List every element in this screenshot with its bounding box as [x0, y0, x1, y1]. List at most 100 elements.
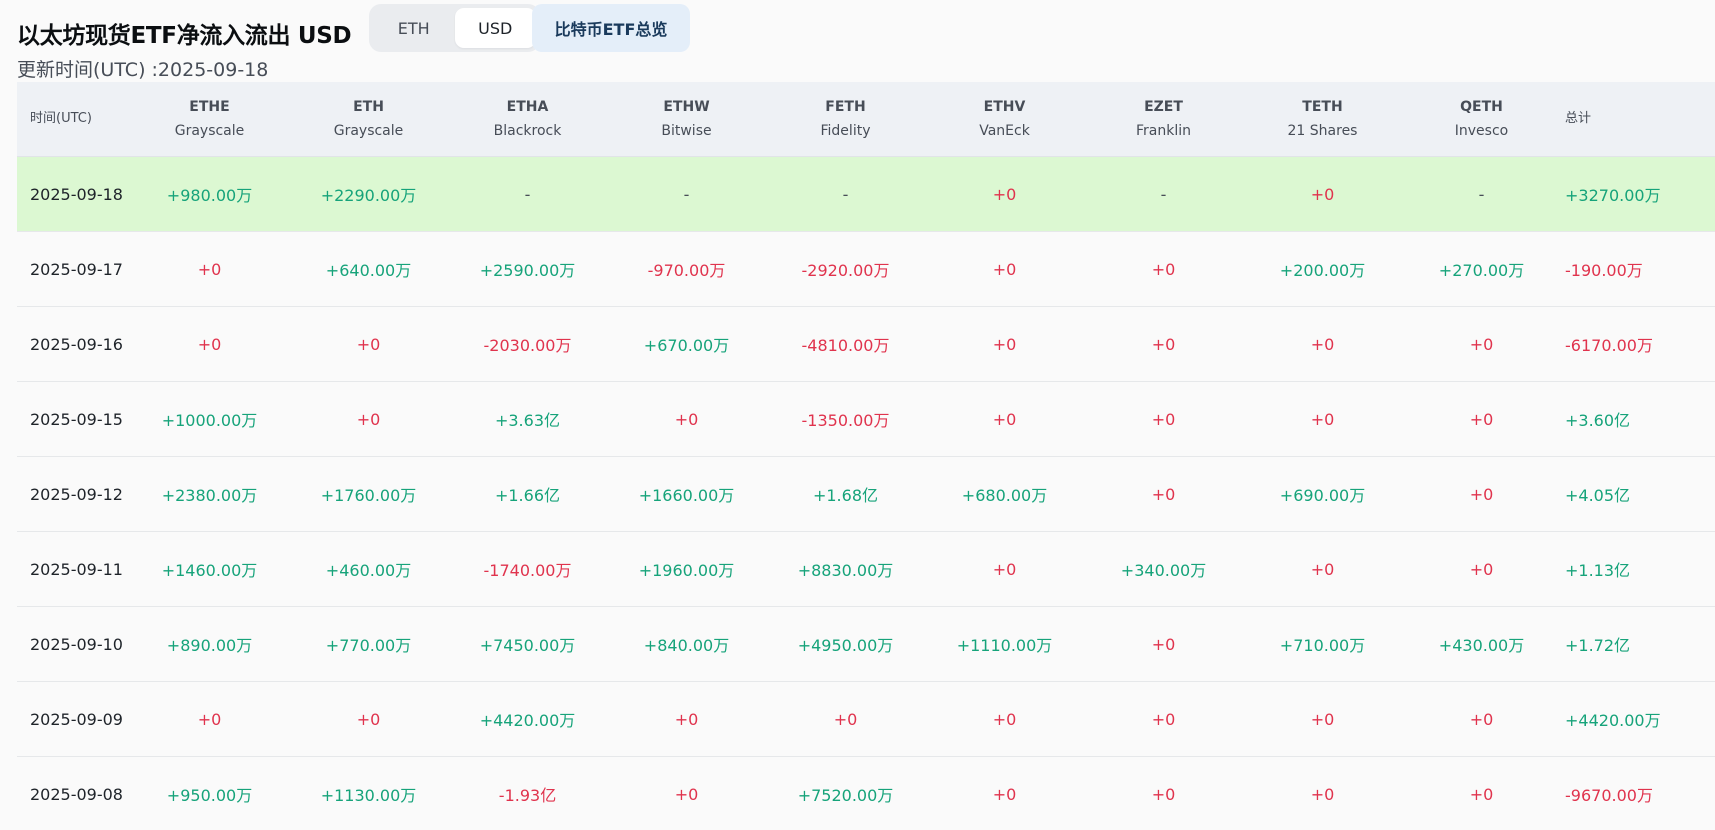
fund-ticker: TETH: [1302, 99, 1343, 115]
fund-column-header: QETH Invesco: [1402, 95, 1561, 143]
fund-issuer: VanEck: [979, 123, 1030, 139]
fund-column-header: ETHA Blackrock: [448, 95, 607, 143]
flow-value: -: [842, 184, 849, 204]
flow-value: +1660.00万: [638, 486, 735, 505]
fund-ticker: EZET: [1144, 99, 1183, 115]
table-row: 2025-09-15 +1000.00万 +0 +3.63亿 +0 -1350.00万 +0…: [17, 382, 1715, 457]
flow-value: +0: [833, 709, 858, 729]
flow-value: +680.00万: [961, 486, 1048, 505]
table-header-row: 时间(UTC) ETHE Grayscale ETH Grayscale ETHA Bla…: [17, 82, 1715, 157]
flow-value: +2380.00万: [161, 486, 258, 505]
flow-value: -1.93亿: [498, 786, 557, 805]
unit-toggle-usd-button[interactable]: USD: [454, 8, 536, 48]
flow-value: +0: [1310, 709, 1335, 729]
flow-value: -: [683, 184, 690, 204]
fund-issuer: Franklin: [1135, 123, 1191, 139]
row-total: +4.05亿: [1565, 486, 1631, 505]
flow-value: -: [1160, 184, 1167, 204]
flow-value: +0: [1151, 709, 1176, 729]
flow-value: -2920.00万: [801, 261, 890, 280]
table-row: 2025-09-12 +2380.00万 +1760.00万 +1.66亿 +1660.…: [17, 457, 1715, 532]
flow-value: +0: [1151, 784, 1176, 804]
fund-ticker: FETH: [825, 99, 866, 115]
row-date: 2025-09-16: [30, 334, 123, 354]
flow-value: +690.00万: [1279, 486, 1366, 505]
flow-value: +0: [1310, 784, 1335, 804]
flow-value: +640.00万: [325, 261, 412, 280]
row-total: +3.60亿: [1565, 411, 1631, 430]
row-total: -9670.00万: [1565, 786, 1653, 805]
flow-value: +0: [1469, 484, 1494, 504]
fund-issuer: Grayscale: [333, 123, 404, 139]
flow-value: +270.00万: [1438, 261, 1525, 280]
flow-value: +0: [992, 409, 1017, 429]
row-date: 2025-09-15: [30, 409, 123, 429]
flow-value: +0: [992, 709, 1017, 729]
flow-value: +0: [1151, 334, 1176, 354]
flow-value: +0: [1310, 409, 1335, 429]
fund-issuer: Grayscale: [174, 123, 245, 139]
flow-value: +0: [1151, 409, 1176, 429]
flow-value: +0: [1310, 559, 1335, 579]
flow-value: +710.00万: [1279, 636, 1366, 655]
table-row: 2025-09-16 +0 +0 -2030.00万 +670.00万 -4810.00万…: [17, 307, 1715, 382]
flow-value: +200.00万: [1279, 261, 1366, 280]
fund-ticker: ETH: [353, 99, 384, 115]
flow-value: +2590.00万: [479, 261, 576, 280]
flow-value: +980.00万: [166, 186, 253, 205]
flow-value: +0: [197, 709, 222, 729]
row-total: +1.72亿: [1565, 636, 1631, 655]
flow-value: +460.00万: [325, 561, 412, 580]
fund-issuer: Bitwise: [661, 123, 712, 139]
total-column-header: 总计: [1565, 111, 1592, 126]
row-total: +3270.00万: [1565, 186, 1661, 205]
fund-ticker: QETH: [1460, 99, 1503, 115]
flow-value: +0: [1469, 784, 1494, 804]
flow-value: +0: [197, 334, 222, 354]
row-date: 2025-09-12: [30, 484, 123, 504]
flow-value: +2290.00万: [320, 186, 417, 205]
flow-value: +7450.00万: [479, 636, 576, 655]
fund-issuer: Fidelity: [820, 123, 871, 139]
fund-column-header: ETHV VanEck: [925, 95, 1084, 143]
btc-etf-overview-button[interactable]: 比特币ETF总览: [532, 4, 690, 52]
flow-value: +1110.00万: [956, 636, 1053, 655]
flow-value: +770.00万: [325, 636, 412, 655]
flow-value: +1.66亿: [494, 486, 561, 505]
flow-value: +0: [197, 259, 222, 279]
flow-value: +7520.00万: [797, 786, 894, 805]
row-total: -190.00万: [1565, 261, 1643, 280]
flow-value: +0: [1151, 634, 1176, 654]
date-column-header: 时间(UTC): [30, 111, 92, 126]
row-date: 2025-09-10: [30, 634, 123, 654]
row-total: +1.13亿: [1565, 561, 1631, 580]
page-title: 以太坊现货ETF净流入流出 USD: [17, 23, 352, 49]
flow-value: +0: [1151, 259, 1176, 279]
flow-value: +0: [1469, 559, 1494, 579]
row-date: 2025-09-18: [30, 184, 123, 204]
table-row: 2025-09-09 +0 +0 +4420.00万 +0 +0 +0 +0 +0 +0 +4420…: [17, 682, 1715, 757]
flow-value: +0: [356, 334, 381, 354]
flow-value: +0: [992, 184, 1017, 204]
flow-value: +1130.00万: [320, 786, 417, 805]
flow-value: +0: [1310, 184, 1335, 204]
flow-value: +670.00万: [643, 336, 730, 355]
unit-toggle-eth-button[interactable]: ETH: [373, 8, 455, 48]
table-row: 2025-09-11 +1460.00万 +460.00万 -1740.00万 +196…: [17, 532, 1715, 607]
flow-value: -: [1478, 184, 1485, 204]
row-date: 2025-09-17: [30, 259, 123, 279]
flow-value: +1000.00万: [161, 411, 258, 430]
row-total: +4420.00万: [1565, 711, 1661, 730]
page-header: 以太坊现货ETF净流入流出 USD ETH USD 比特币ETF总览 更新时间(…: [17, 0, 1715, 82]
fund-column-header: EZET Franklin: [1084, 95, 1243, 143]
table-row: 2025-09-08 +950.00万 +1130.00万 -1.93亿 +0 +7520…: [17, 757, 1715, 830]
fund-ticker: ETHW: [663, 99, 710, 115]
row-date: 2025-09-09: [30, 709, 123, 729]
flow-value: +8830.00万: [797, 561, 894, 580]
flow-value: +0: [992, 559, 1017, 579]
flow-value: +430.00万: [1438, 636, 1525, 655]
flow-value: +0: [356, 409, 381, 429]
fund-column-header: ETHW Bitwise: [607, 95, 766, 143]
updated-time: 更新时间(UTC) :2025-09-18: [17, 59, 269, 81]
row-date: 2025-09-11: [30, 559, 123, 579]
